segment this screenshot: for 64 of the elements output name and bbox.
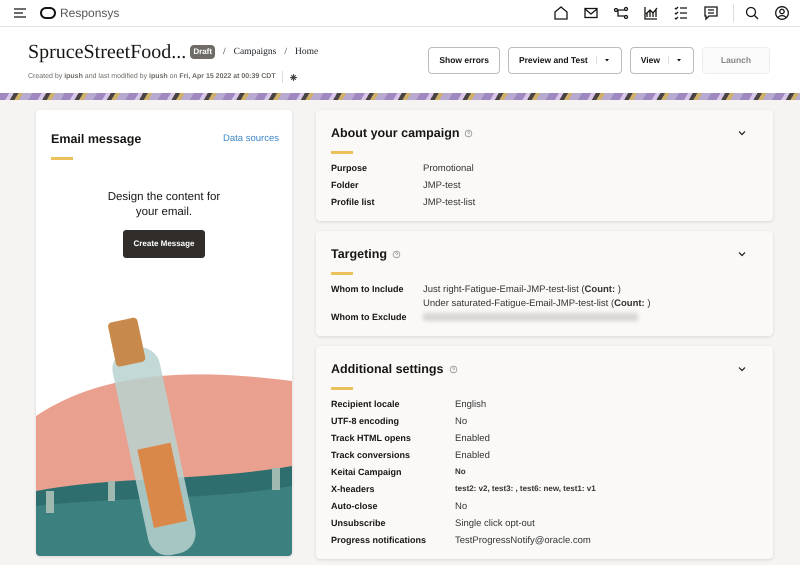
field-label: Progress notifications bbox=[331, 534, 428, 547]
field-label: Keitai Campaign bbox=[331, 466, 403, 479]
help-icon[interactable] bbox=[392, 250, 402, 259]
comment-icon[interactable] bbox=[703, 5, 719, 21]
field-value: Just right-Fatigue-Email-JMP-test-list (Count: ) bbox=[423, 282, 622, 296]
logo-icon bbox=[40, 5, 56, 21]
user-icon[interactable] bbox=[774, 5, 790, 21]
action-button[interactable]: Show errors bbox=[428, 46, 500, 74]
field-label: Track conversions bbox=[331, 448, 412, 462]
flow-icon[interactable] bbox=[613, 5, 629, 21]
field-value: No bbox=[455, 414, 468, 429]
field-value: Promotional bbox=[423, 162, 474, 176]
field-value: No bbox=[455, 500, 468, 514]
action-button[interactable]: View bbox=[630, 46, 694, 74]
field-label: Recipient locale bbox=[331, 398, 401, 411]
breadcrumb-link[interactable]: Home bbox=[295, 44, 318, 60]
field-value: TestProgressNotify@oracle.com bbox=[455, 534, 591, 548]
prompt-text: Design the content for your email. bbox=[106, 190, 222, 220]
title-underline bbox=[331, 150, 353, 154]
action-button[interactable]: Preview and Test bbox=[508, 46, 622, 74]
search-icon[interactable] bbox=[744, 5, 760, 21]
app-name: Responsys bbox=[60, 5, 120, 22]
separator: / bbox=[284, 46, 288, 59]
asterisk-icon[interactable] bbox=[288, 72, 298, 82]
field-value: JMP-test-list bbox=[423, 196, 476, 210]
page-title: SpruceStreetFood... bbox=[28, 40, 186, 65]
breadcrumb-link[interactable]: Campaigns bbox=[234, 44, 276, 60]
field-value: Enabled bbox=[455, 448, 490, 463]
field-value: test2: v2, test3: , test6: new, test1: v1 bbox=[455, 482, 596, 495]
field-label: Purpose bbox=[331, 162, 368, 175]
field-value: JMP-test bbox=[423, 178, 460, 193]
field-value: Single click opt-out bbox=[455, 516, 535, 531]
section-title: About your campaign bbox=[331, 125, 460, 142]
title-underline bbox=[331, 386, 353, 390]
help-icon[interactable] bbox=[464, 128, 474, 138]
field-label: Whom to Include bbox=[331, 282, 404, 296]
section-title: Targeting bbox=[331, 246, 388, 263]
field-value: Under saturated-Fatigue-Email-JMP-test-list (Count: ) bbox=[423, 296, 651, 311]
field-label: Unsubscribe bbox=[331, 516, 387, 530]
field-label: Auto-close bbox=[331, 500, 379, 513]
home-icon[interactable] bbox=[553, 5, 569, 21]
chart-icon[interactable] bbox=[643, 5, 659, 21]
card-title: Email message bbox=[51, 131, 142, 148]
mail-icon[interactable] bbox=[583, 5, 599, 21]
create-message-button[interactable]: Create Message bbox=[122, 230, 206, 258]
section-title: Additional settings bbox=[331, 361, 444, 378]
field-value: No bbox=[455, 466, 466, 478]
title-underline bbox=[331, 272, 353, 274]
checklist-icon[interactable] bbox=[673, 5, 689, 21]
field-label: UTF-8 encoding bbox=[331, 414, 400, 428]
status-badge: Draft bbox=[190, 45, 215, 59]
field-value: Enabled bbox=[455, 432, 490, 446]
help-icon[interactable] bbox=[448, 364, 458, 374]
separator: / bbox=[222, 46, 226, 59]
field-label: Track HTML opens bbox=[331, 432, 412, 445]
field-label: Whom to Exclude bbox=[331, 311, 408, 324]
field-value: English bbox=[455, 398, 486, 412]
field-label: Profile list bbox=[331, 196, 376, 209]
caret-icon[interactable] bbox=[675, 56, 683, 64]
title-underline bbox=[51, 156, 73, 160]
caret-icon[interactable] bbox=[602, 56, 611, 64]
field-label: X-headers bbox=[331, 482, 376, 496]
data-sources-link[interactable]: Data sources bbox=[223, 132, 279, 160]
field-label: Folder bbox=[331, 178, 360, 192]
